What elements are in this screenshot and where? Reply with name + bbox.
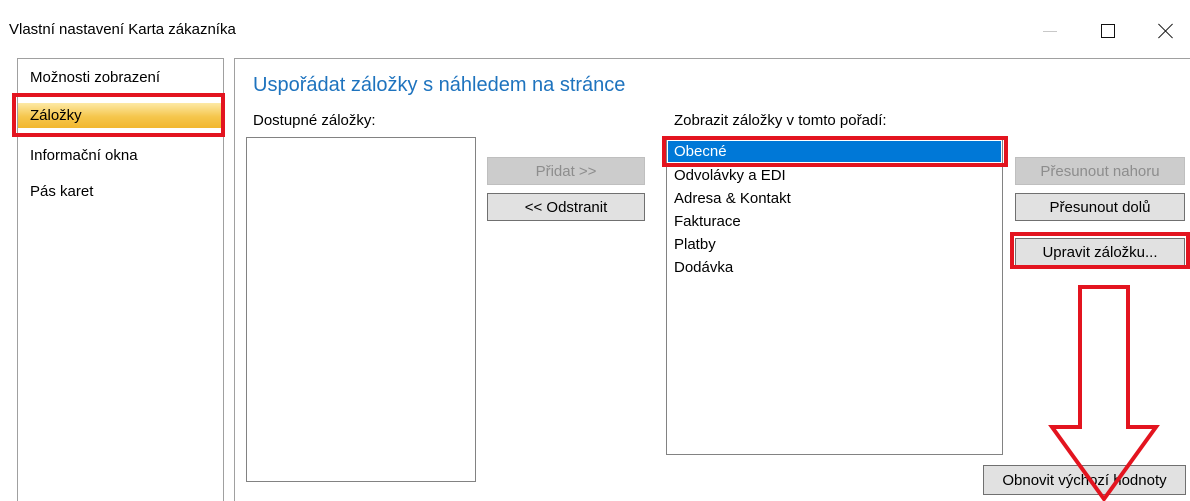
maximize-button[interactable]	[1088, 16, 1128, 46]
sidebar-item-ribbon[interactable]: Pás karet	[18, 179, 223, 204]
add-button[interactable]: Přidat >>	[487, 157, 645, 185]
list-item[interactable]: Platby	[668, 234, 716, 255]
move-up-button[interactable]: Přesunout nahoru	[1015, 157, 1185, 185]
minimize-icon	[1043, 30, 1057, 32]
list-item[interactable]: Adresa & Kontakt	[668, 188, 791, 209]
move-down-button[interactable]: Přesunout dolů	[1015, 193, 1185, 221]
arrow-down-icon	[1048, 285, 1160, 501]
sidebar-item-tabs[interactable]: Záložky	[18, 103, 223, 128]
remove-button[interactable]: << Odstranit	[487, 193, 645, 221]
list-item[interactable]: Odvolávky a EDI	[668, 165, 786, 186]
window-title: Vlastní nastavení Karta zákazníka	[9, 21, 236, 38]
tab-order-list[interactable]: Obecné Odvolávky a EDI Adresa & Kontakt …	[666, 137, 1003, 455]
sidebar-item-info-windows[interactable]: Informační okna	[18, 143, 223, 168]
close-button[interactable]	[1146, 16, 1186, 46]
list-item[interactable]: Obecné	[668, 141, 1001, 162]
page-title: Uspořádat záložky s náhledem na stránce	[253, 74, 626, 96]
minimize-button[interactable]	[1030, 16, 1070, 46]
list-item[interactable]: Fakturace	[668, 211, 741, 232]
sidebar-nav: Možnosti zobrazení Záložky Informační ok…	[17, 58, 224, 501]
title-bar: Vlastní nastavení Karta zákazníka	[0, 0, 1190, 58]
maximize-icon	[1101, 24, 1115, 38]
available-tabs-list[interactable]	[246, 137, 476, 482]
list-item[interactable]: Dodávka	[668, 257, 733, 278]
edit-tab-button[interactable]: Upravit záložku...	[1015, 238, 1185, 266]
close-icon	[1158, 23, 1174, 39]
sidebar-item-display-options[interactable]: Možnosti zobrazení	[18, 65, 223, 90]
tab-order-label: Zobrazit záložky v tomto pořadí:	[674, 112, 887, 129]
available-tabs-label: Dostupné záložky:	[253, 112, 376, 129]
